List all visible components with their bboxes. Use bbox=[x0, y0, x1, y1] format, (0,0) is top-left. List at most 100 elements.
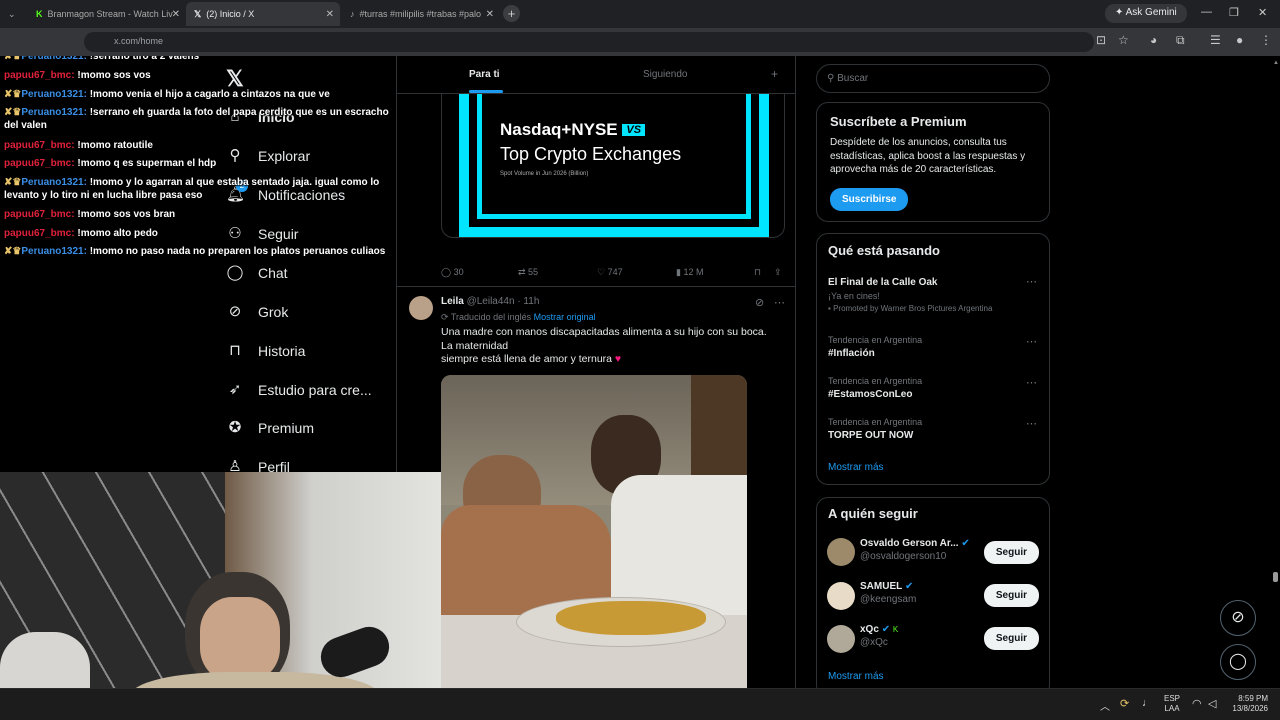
chat-username: Peruano1321: bbox=[21, 89, 87, 100]
share-icon: ⇪ bbox=[774, 267, 782, 277]
follow-button[interactable]: Seguir bbox=[983, 627, 1039, 650]
bookmark-button[interactable]: ⊓ bbox=[754, 267, 761, 278]
show-more-link[interactable]: Mostrar más bbox=[828, 462, 884, 473]
app-tray-icon[interactable]: ⟳ bbox=[1120, 697, 1129, 710]
verified-badge-icon: ✔ bbox=[881, 624, 891, 635]
chat-username: papuu67_bmc: bbox=[4, 158, 75, 169]
avatar[interactable] bbox=[827, 582, 855, 610]
profile-avatar-icon[interactable]: ● bbox=[1236, 33, 1243, 47]
nav-item-historia[interactable]: ⊓ Historia bbox=[226, 342, 305, 360]
tweet-handle[interactable]: @Leila44n bbox=[467, 296, 515, 307]
scrollbar-thumb[interactable] bbox=[1273, 572, 1278, 582]
grok-icon[interactable]: ⊘ bbox=[755, 296, 764, 309]
chat-text: !serrano tiro a 2 valens bbox=[89, 56, 200, 62]
reply-button[interactable]: ◯ 30 bbox=[441, 267, 464, 278]
tab-x-home[interactable]: 𝕏 (2) Inicio / X ✕ bbox=[186, 2, 340, 26]
follow-button[interactable]: Seguir bbox=[983, 584, 1039, 607]
scroll-up-icon[interactable]: ▲ bbox=[1273, 60, 1279, 66]
repost-icon: ⇄ bbox=[518, 267, 529, 277]
tweet-header: Leila @Leila44n · 11h bbox=[441, 296, 539, 307]
chat-text: !momo q es superman el hdp bbox=[77, 158, 217, 169]
share-button[interactable]: ⇪ bbox=[774, 267, 782, 278]
language-indicator[interactable]: ESP LAA bbox=[1164, 694, 1180, 714]
volume-icon[interactable]: ◁ bbox=[1208, 697, 1216, 710]
bookmark-star-icon[interactable]: ☆ bbox=[1118, 33, 1129, 47]
extension-color-icon[interactable]: ◕ bbox=[1150, 33, 1157, 47]
more-icon[interactable]: ⋯ bbox=[1026, 376, 1037, 389]
new-tab-button[interactable]: + bbox=[503, 5, 520, 22]
avatar[interactable] bbox=[827, 538, 855, 566]
tab-tiktok[interactable]: ♪ #turras #milipilis #trabas #palo ✕ bbox=[342, 2, 500, 26]
avatar[interactable] bbox=[409, 296, 433, 320]
more-icon[interactable]: ⋯ bbox=[1026, 417, 1037, 430]
show-more-link[interactable]: Mostrar más bbox=[828, 671, 884, 682]
kick-badge-icon: K bbox=[892, 625, 899, 634]
promo-subline: Top Crypto Exchanges bbox=[500, 144, 682, 164]
nav-item-chat[interactable]: ◯ Chat bbox=[226, 264, 288, 282]
more-icon[interactable]: ⋯ bbox=[1026, 275, 1037, 288]
more-icon[interactable]: ⋯ bbox=[774, 296, 785, 309]
tab-branmagon[interactable]: K Branmagon Stream - Watch Liv ✕ bbox=[28, 2, 186, 26]
repost-button[interactable]: ⇄ 55 bbox=[518, 267, 538, 278]
chat-message: ✘♛Peruano1321: !momo y lo agarran al que… bbox=[4, 176, 394, 202]
close-icon[interactable]: ✕ bbox=[172, 9, 180, 20]
window-close-icon[interactable]: ✕ bbox=[1258, 6, 1267, 19]
follow-user[interactable]: Osvaldo Gerson Ar... ✔ @osvaldogerson10 bbox=[860, 538, 970, 562]
clock[interactable]: 8:59 PM 13/8/2026 bbox=[1226, 694, 1268, 714]
nav-item-grok[interactable]: ⊘ Grok bbox=[226, 303, 289, 321]
promo-caption: Spot Volume in Jun 2026 (Billion) bbox=[500, 171, 589, 177]
microphone-icon[interactable]: ♩ bbox=[1142, 697, 1153, 709]
follow-user[interactable]: xQc ✔ K @xQc bbox=[860, 624, 898, 648]
install-app-icon[interactable]: ⊡ bbox=[1096, 33, 1106, 47]
heart-emoji-icon: ♥ bbox=[614, 353, 622, 365]
follow-button[interactable]: Seguir bbox=[983, 541, 1039, 564]
ask-gemini-button[interactable]: ✦ Ask Gemini bbox=[1105, 4, 1187, 23]
trend-item[interactable]: Tendencia en Argentina #EstamosConLeo bbox=[828, 376, 922, 400]
scrollbar[interactable]: ▲ bbox=[1271, 56, 1280, 688]
tweet-media[interactable] bbox=[441, 375, 747, 688]
more-icon[interactable]: ⋯ bbox=[1026, 335, 1037, 348]
chevron-up-icon[interactable]: ︿ bbox=[1100, 698, 1110, 713]
tab-label: (2) Inicio / X bbox=[206, 9, 255, 19]
promo-image[interactable]: Nasdaq+NYSE VS Top Crypto Exchanges Spot… bbox=[441, 94, 785, 238]
tweet-author-name[interactable]: Leila bbox=[441, 296, 464, 307]
add-tab-icon[interactable]: + bbox=[771, 67, 778, 81]
translate-icon: ⟳ bbox=[441, 312, 451, 322]
extensions-icon[interactable]: ⧉ bbox=[1176, 33, 1185, 48]
follow-user[interactable]: SAMUEL ✔ @keengsam bbox=[860, 581, 916, 605]
verified-icon: ✪ bbox=[228, 419, 242, 436]
chat-text: !momo sos vos bran bbox=[77, 209, 176, 220]
grok-fab-icon[interactable]: ⊘ bbox=[1220, 600, 1256, 636]
trend-item[interactable]: Tendencia en Argentina TORPE OUT NOW bbox=[828, 417, 922, 441]
tab-para-ti[interactable]: Para ti bbox=[469, 69, 500, 80]
active-tab-indicator bbox=[469, 90, 503, 93]
search-input[interactable]: ⚲ Buscar bbox=[816, 64, 1050, 93]
timeline-tabs: Para ti Siguiendo + bbox=[397, 56, 795, 94]
stream-chat-overlay: ✘♛Peruano1321: !serrano tiro a 2 valens p… bbox=[4, 56, 394, 266]
messages-fab-icon[interactable]: ◯ bbox=[1220, 644, 1256, 680]
chat-message: papuu67_bmc: !momo sos vos bbox=[4, 69, 394, 82]
like-button[interactable]: ♡ 747 bbox=[597, 267, 623, 278]
trend-item[interactable]: El Final de la Calle Oak ¡Ya en cines! ▪… bbox=[828, 277, 1028, 313]
minimize-icon[interactable]: — bbox=[1201, 6, 1212, 18]
tab-list-button[interactable]: ⌄ bbox=[2, 2, 24, 26]
views-button[interactable]: ▮ 12 M bbox=[676, 267, 703, 278]
show-original-link[interactable]: Mostrar original bbox=[534, 312, 596, 322]
wifi-icon[interactable]: ◠ bbox=[1192, 697, 1202, 710]
tweet-time[interactable]: · 11h bbox=[517, 296, 539, 307]
menu-icon[interactable]: ⋮ bbox=[1260, 33, 1272, 47]
nav-item-estudio[interactable]: ➶ Estudio para cre... bbox=[226, 381, 372, 399]
follow-title: A quién seguir bbox=[828, 506, 918, 521]
premium-card: Suscríbete a Premium Despídete de los an… bbox=[816, 102, 1050, 222]
avatar[interactable] bbox=[827, 625, 855, 653]
subscribe-button[interactable]: Suscribirse bbox=[830, 188, 909, 211]
address-bar[interactable]: x.com/home bbox=[84, 32, 1094, 52]
chat-username: papuu67_bmc: bbox=[4, 140, 75, 151]
close-icon[interactable]: ✕ bbox=[486, 9, 494, 20]
reading-list-icon[interactable]: ☰ bbox=[1210, 33, 1221, 47]
nav-item-premium[interactable]: ✪ Premium bbox=[226, 419, 314, 437]
trend-item[interactable]: Tendencia en Argentina #Inflación bbox=[828, 335, 922, 359]
maximize-icon[interactable]: ❐ bbox=[1229, 6, 1239, 19]
close-icon[interactable]: ✕ bbox=[326, 9, 334, 20]
tab-siguiendo[interactable]: Siguiendo bbox=[643, 69, 687, 80]
